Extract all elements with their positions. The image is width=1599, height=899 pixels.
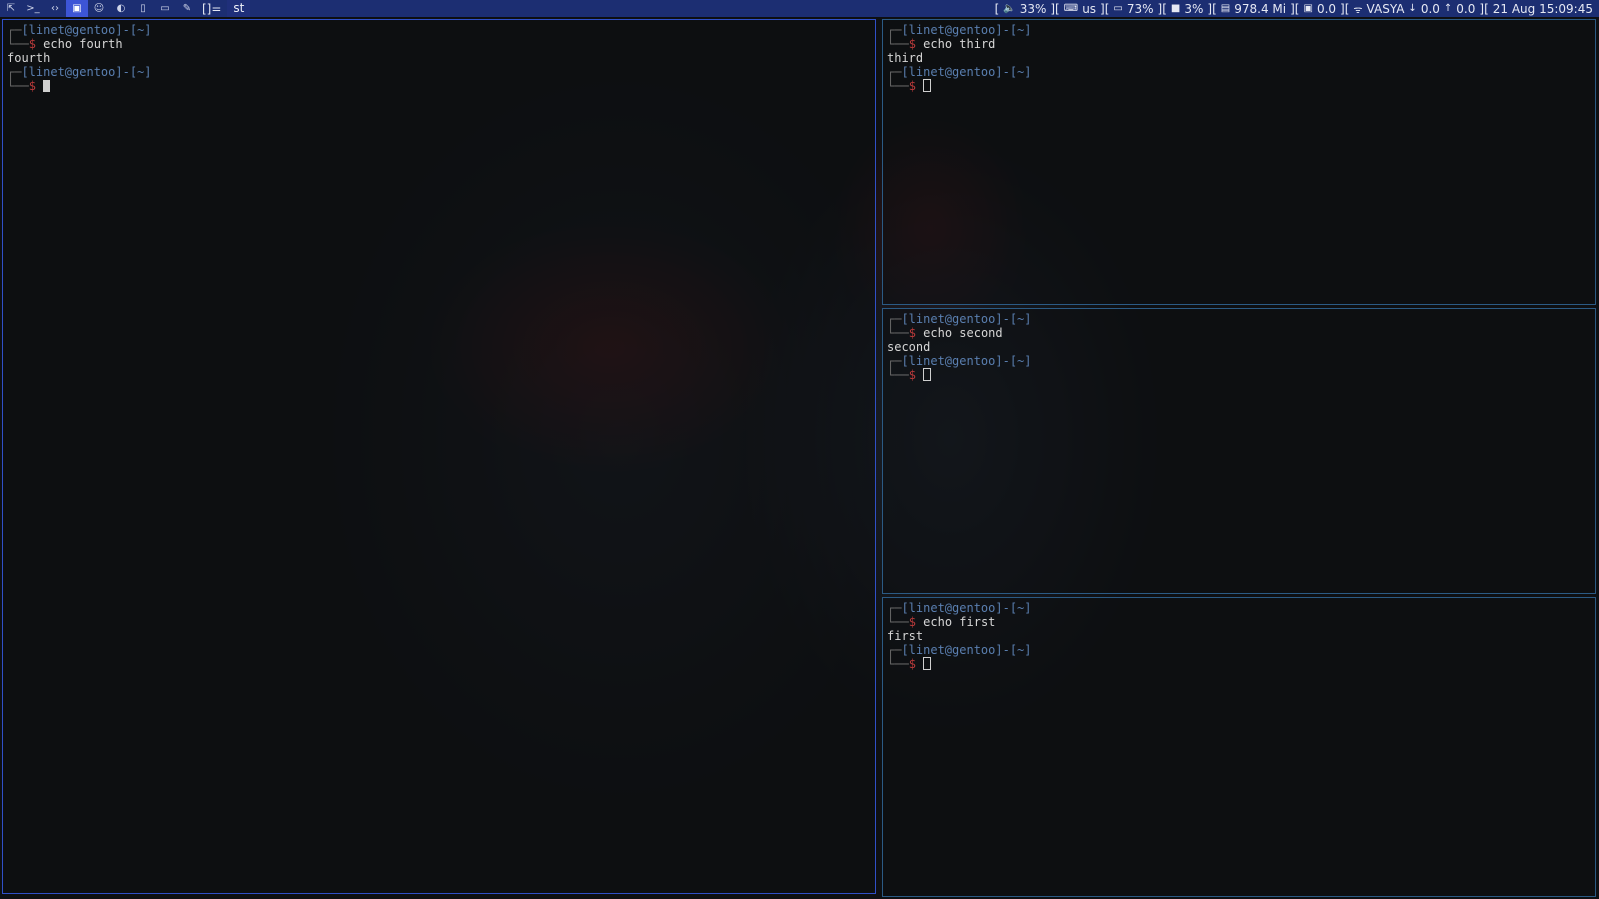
terminal-cursor bbox=[43, 80, 51, 92]
keyboard-layout: us bbox=[1082, 1, 1097, 16]
status-open-bracket: [ bbox=[994, 1, 1000, 16]
wifi-icon: ᯤ bbox=[1353, 4, 1363, 16]
volume-icon: 🔈 bbox=[1003, 3, 1016, 14]
tag-5-chat-icon[interactable]: ☺ bbox=[88, 0, 110, 17]
upload-value: 0.0 bbox=[1456, 1, 1476, 16]
layout-symbol[interactable]: []= bbox=[198, 2, 227, 16]
download-arrow-icon: ↓ bbox=[1408, 3, 1417, 14]
command-line: └──$ echo third bbox=[887, 37, 996, 51]
command-line: └──$ echo first bbox=[887, 615, 996, 629]
status-sep: ][ bbox=[1479, 1, 1489, 16]
prompt-line: ┌─[linet@gentoo]-[~] bbox=[7, 23, 152, 37]
prompt-user: [linet@gentoo]-[~] bbox=[901, 354, 1032, 368]
datetime: 21 Aug 15:09:45 bbox=[1492, 1, 1593, 16]
prompt-line: ┌─[linet@gentoo]-[~] bbox=[887, 354, 1032, 368]
command-text: echo third bbox=[923, 37, 996, 51]
prompt-line: ┌─[linet@gentoo]-[~] bbox=[887, 601, 1032, 615]
cpu-icon: ■ bbox=[1170, 3, 1181, 14]
prompt-line: ┌─[linet@gentoo]-[~] bbox=[887, 65, 1032, 79]
prompt-user: [linet@gentoo]-[~] bbox=[21, 65, 152, 79]
tag-3-code-icon[interactable]: ‹› bbox=[44, 0, 66, 17]
prompt-user: [linet@gentoo]-[~] bbox=[901, 312, 1032, 326]
prompt-user: [linet@gentoo]-[~] bbox=[21, 23, 152, 37]
battery-icon: ▭ bbox=[1113, 3, 1123, 14]
prompt-line: ┌─[linet@gentoo]-[~] bbox=[887, 643, 1032, 657]
tag-7-file-icon[interactable]: ▯ bbox=[132, 0, 154, 17]
status-sep: ][ bbox=[1050, 1, 1060, 16]
status-sep: ][ bbox=[1157, 1, 1167, 16]
status-sep: ][ bbox=[1340, 1, 1350, 16]
tag-1-icon[interactable]: ⇱ bbox=[0, 0, 22, 17]
prompt-user: [linet@gentoo]-[~] bbox=[901, 601, 1032, 615]
input-line[interactable]: └──$ bbox=[887, 657, 1591, 671]
wifi-name: VASYA bbox=[1366, 1, 1405, 16]
prompt-user: [linet@gentoo]-[~] bbox=[901, 23, 1032, 37]
command-text: echo first bbox=[923, 615, 996, 629]
input-line[interactable]: └──$ bbox=[887, 79, 1591, 93]
disk-value: 0.0 bbox=[1316, 1, 1337, 16]
download-value: 0.0 bbox=[1420, 1, 1440, 16]
memory-value: 978.4 Mi bbox=[1234, 1, 1287, 16]
terminal-third[interactable]: ┌─[linet@gentoo]-[~] └──$ echo third thi… bbox=[882, 19, 1596, 305]
terminal-cursor bbox=[923, 368, 932, 381]
status-sep: ][ bbox=[1290, 1, 1300, 16]
status-bar: ⇱ >_ ‹› ▣ ☺ ◐ ▯ ▭ ✎ []= st [ 🔈 33% ][ ⌨ … bbox=[0, 0, 1599, 17]
prompt-user: [linet@gentoo]-[~] bbox=[901, 643, 1032, 657]
prompt-line: ┌─[linet@gentoo]-[~] bbox=[887, 312, 1032, 326]
memory-icon: ▤ bbox=[1220, 3, 1231, 14]
prompt-user: [linet@gentoo]-[~] bbox=[901, 65, 1032, 79]
tag-9-brush-icon[interactable]: ✎ bbox=[176, 0, 198, 17]
command-output: third bbox=[887, 51, 924, 65]
volume-value: 33% bbox=[1019, 1, 1047, 16]
terminal-second[interactable]: ┌─[linet@gentoo]-[~] └──$ echo second se… bbox=[882, 308, 1596, 594]
prompt-line: ┌─[linet@gentoo]-[~] bbox=[7, 65, 152, 79]
tag-4-window-icon[interactable]: ▣ bbox=[66, 0, 88, 17]
cpu-value: 3% bbox=[1184, 1, 1204, 16]
keyboard-icon: ⌨ bbox=[1063, 3, 1079, 14]
terminal-first[interactable]: ┌─[linet@gentoo]-[~] └──$ echo first fir… bbox=[882, 597, 1596, 897]
command-output: first bbox=[887, 629, 924, 643]
command-text: echo second bbox=[923, 326, 1003, 340]
tag-list: ⇱ >_ ‹› ▣ ☺ ◐ ▯ ▭ ✎ bbox=[0, 0, 198, 17]
window-title: st bbox=[227, 0, 251, 17]
tag-8-image-icon[interactable]: ▭ bbox=[154, 0, 176, 17]
tag-2-terminal-icon[interactable]: >_ bbox=[22, 0, 44, 17]
command-output: fourth bbox=[7, 51, 51, 65]
battery-value: 73% bbox=[1126, 1, 1154, 16]
command-text: echo fourth bbox=[43, 37, 123, 51]
command-line: └──$ echo fourth bbox=[7, 37, 123, 51]
status-sep: ][ bbox=[1100, 1, 1110, 16]
input-line[interactable]: └──$ bbox=[7, 79, 871, 93]
prompt-line: ┌─[linet@gentoo]-[~] bbox=[887, 23, 1032, 37]
tag-6-moon-icon[interactable]: ◐ bbox=[110, 0, 132, 17]
input-line[interactable]: └──$ bbox=[887, 368, 1591, 382]
upload-arrow-icon: ↑ bbox=[1443, 3, 1453, 14]
disk-icon: ▣ bbox=[1303, 3, 1313, 14]
command-line: └──$ echo second bbox=[887, 326, 1003, 340]
system-status: [ 🔈 33% ][ ⌨ us ][ ▭ 73% ][ ■ 3% ][ ▤ 97… bbox=[995, 2, 1599, 16]
command-output: second bbox=[887, 340, 931, 354]
terminal-cursor bbox=[923, 657, 932, 670]
terminal-cursor bbox=[923, 79, 932, 92]
terminal-fourth[interactable]: ┌─[linet@gentoo]-[~] └──$ echo fourth fo… bbox=[2, 19, 876, 894]
status-sep: ][ bbox=[1207, 1, 1217, 16]
